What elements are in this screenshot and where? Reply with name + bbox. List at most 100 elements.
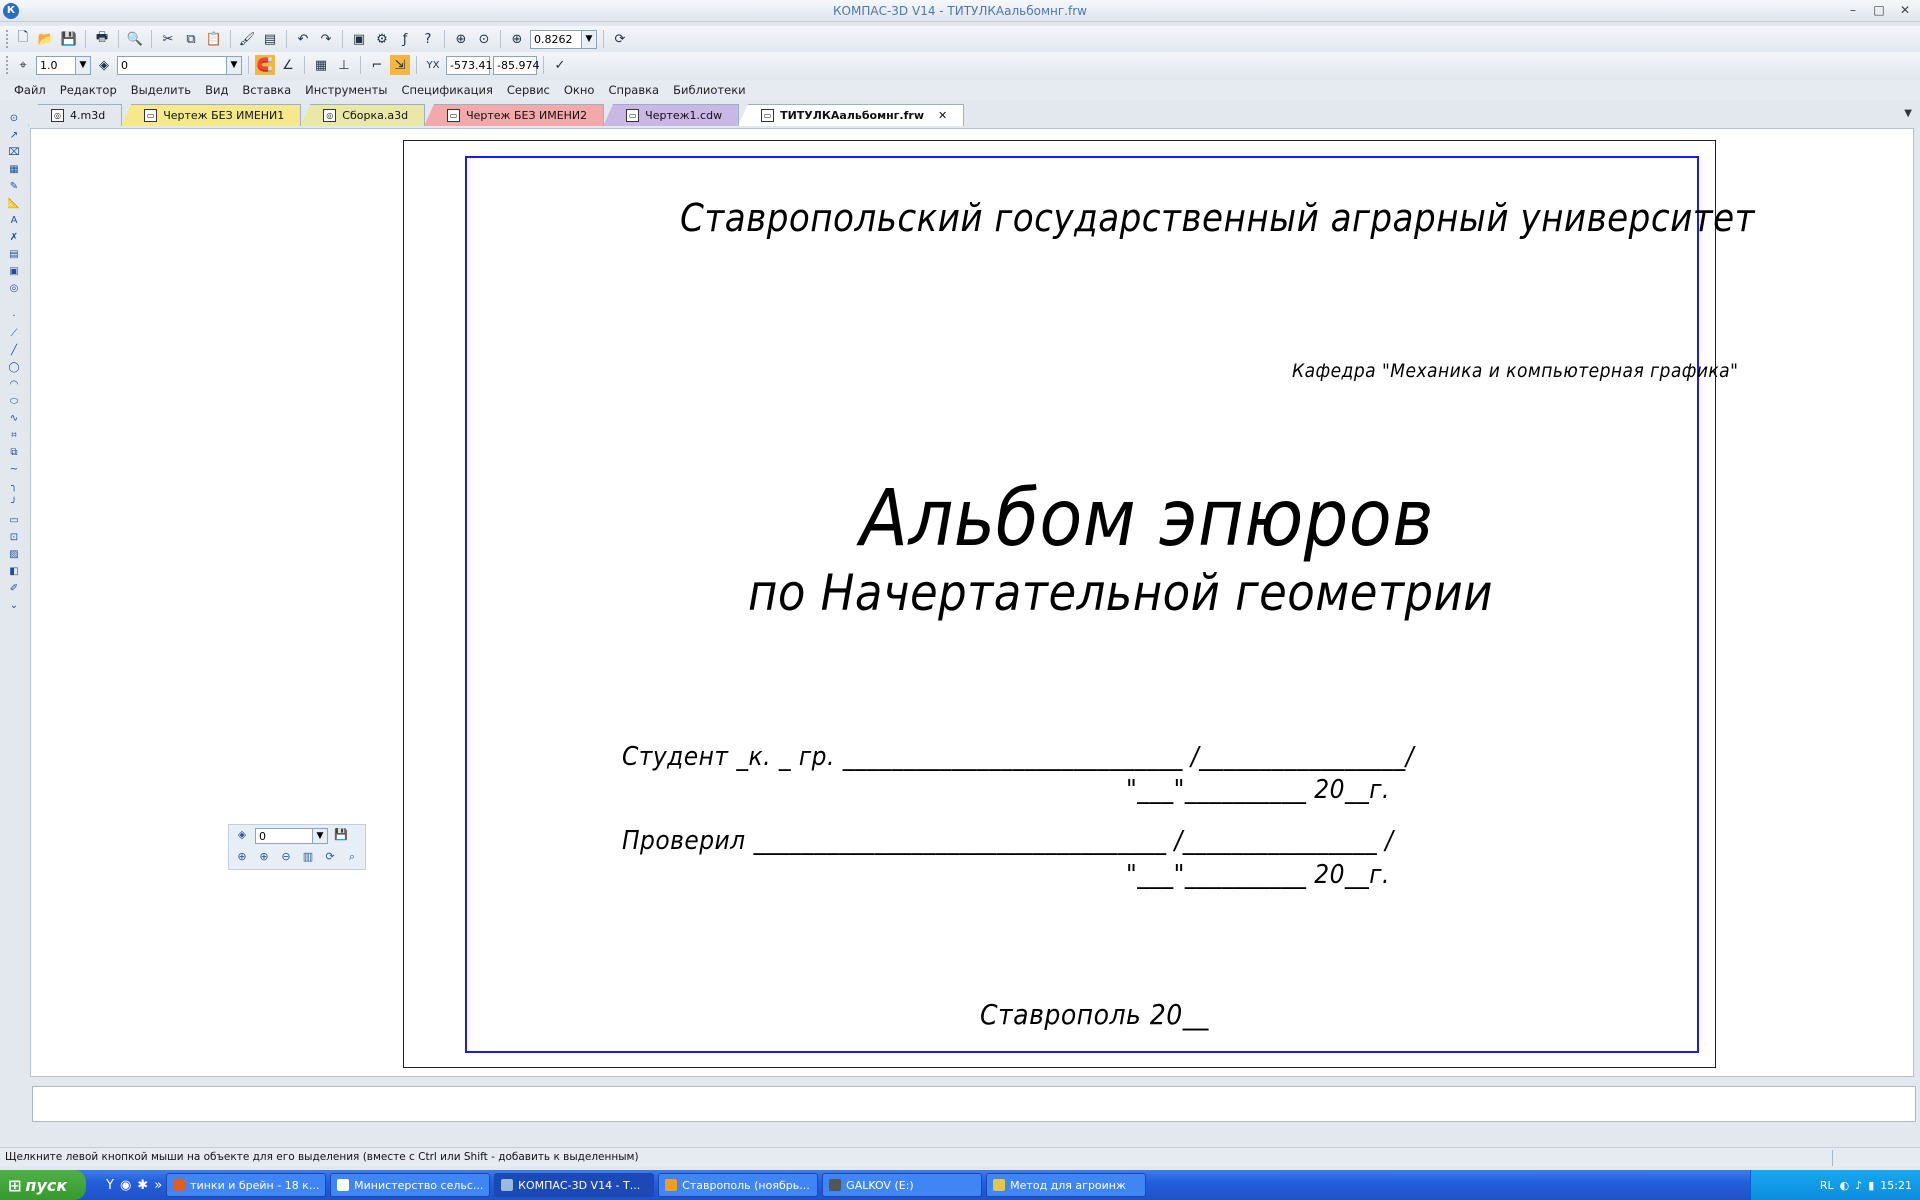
yandex-icon[interactable]: Y	[106, 1178, 114, 1193]
layer-select[interactable]: 0 ▼	[117, 55, 242, 75]
menu-service[interactable]: Сервис	[507, 83, 550, 97]
minimize-button[interactable]: –	[1844, 2, 1862, 18]
equidistant-icon[interactable]: ⊡	[7, 531, 22, 545]
show-all-icon[interactable]: ⌕	[343, 850, 361, 866]
menu-edit[interactable]: Редактор	[60, 83, 117, 97]
taskbar-item[interactable]: Ставрополь (ноябрь...	[658, 1173, 819, 1197]
zoom-scale-select[interactable]: 0.8262 ▼	[530, 29, 597, 49]
save-icon[interactable]: 💾	[332, 828, 350, 844]
cut-icon[interactable]: ✂	[158, 29, 178, 49]
maximize-button[interactable]: □	[1870, 2, 1888, 18]
city-year[interactable]: Ставрополь 20__	[980, 998, 1209, 1031]
step-icon[interactable]: ⌖	[13, 55, 33, 75]
close-button[interactable]: ✕	[1896, 2, 1914, 18]
zoom-out-icon[interactable]: ⊖	[277, 850, 295, 866]
manager-icon[interactable]: ▣	[349, 29, 369, 49]
coord-x-field[interactable]: -573.41	[446, 55, 492, 75]
open-folder-icon[interactable]: 📂	[36, 29, 56, 49]
local-cs-icon[interactable]: ⊥	[334, 55, 354, 75]
taskbar-item[interactable]: Министерство сельс...	[330, 1173, 491, 1197]
chevron-down-icon[interactable]: ▼	[582, 29, 597, 49]
hatch-icon[interactable]: ▨	[7, 548, 22, 562]
layers-icon[interactable]: ◈	[233, 828, 251, 844]
collect-contour-icon[interactable]: ✐	[7, 582, 22, 596]
copy-icon[interactable]: ⧉	[181, 29, 201, 49]
edit-icon[interactable]: ▦	[7, 163, 22, 177]
ellipse-icon[interactable]: ⬭	[7, 395, 22, 409]
zoom-in-icon[interactable]: ⊕	[507, 29, 527, 49]
taskbar-item[interactable]: Метод для агроинж	[986, 1173, 1147, 1197]
taskbar-item[interactable]: тинки и брейн - 18 к...	[166, 1173, 327, 1197]
preview-icon[interactable]: 🔍	[125, 29, 145, 49]
menu-file[interactable]: Файл	[14, 83, 46, 97]
ortho-mode-icon[interactable]: ⌐	[367, 55, 387, 75]
close-tab-icon[interactable]: ✕	[938, 109, 947, 122]
clock[interactable]: 15:21	[1880, 1179, 1912, 1192]
segment-icon[interactable]: ╱	[7, 344, 22, 358]
report-icon[interactable]: ▤	[7, 248, 22, 262]
menu-specification[interactable]: Спецификация	[401, 83, 492, 97]
zoom-all-icon[interactable]: ⊙	[474, 29, 494, 49]
language-indicator[interactable]: RL	[1820, 1179, 1834, 1192]
dimensions-icon[interactable]: ↗	[7, 129, 22, 143]
view-layer-field[interactable]: 0	[255, 828, 313, 844]
grid-icon[interactable]: ▦	[311, 55, 331, 75]
chevron-down-icon[interactable]: ▼	[76, 55, 91, 75]
notation-icon[interactable]: ⌧	[7, 146, 22, 160]
start-button[interactable]: ⊞ пуск	[0, 1170, 86, 1200]
department-name[interactable]: Кафедра "Механика и компьютерная графика…	[1292, 360, 1738, 382]
menu-libraries[interactable]: Библиотеки	[673, 83, 746, 97]
tab-4-m3d[interactable]: ◎ 4.m3d	[28, 104, 123, 126]
album-subtitle[interactable]: по Начертательной геометрии	[748, 564, 1493, 622]
pan-icon[interactable]: ▥	[299, 850, 317, 866]
menu-insert[interactable]: Вставка	[242, 83, 291, 97]
properties-icon[interactable]: ▤	[260, 29, 280, 49]
taskbar-item[interactable]: GALKOV (E:)	[822, 1173, 983, 1197]
browser-icon[interactable]: ◉	[120, 1178, 131, 1193]
zoom-in-icon[interactable]: ⊕	[255, 850, 273, 866]
kompas-icon[interactable]: ✱	[137, 1178, 148, 1193]
aux-line-icon[interactable]: ⟋	[7, 327, 22, 341]
chevron-down-icon[interactable]: ▼	[313, 828, 328, 844]
circle-icon[interactable]: ◯	[7, 361, 22, 375]
toolbar-grip[interactable]	[6, 30, 10, 48]
select-icon[interactable]: A	[7, 214, 22, 228]
refresh-view-icon[interactable]: ⟳	[610, 29, 630, 49]
taskbar-item[interactable]: КОМПАС-3D V14 - Т...	[494, 1173, 655, 1197]
university-name[interactable]: Ставропольский государственный аграрный …	[680, 196, 1755, 240]
tab-titulka-frw[interactable]: ▭ ТИТУЛКАальбомнг.frw ✕	[738, 104, 965, 126]
rectangle-icon[interactable]: ▭	[7, 514, 22, 528]
help-icon[interactable]: ?	[418, 29, 438, 49]
bezier-icon[interactable]: ~	[7, 463, 22, 477]
layers-icon[interactable]: ◈	[94, 55, 114, 75]
polyline-icon[interactable]: ⌗	[7, 429, 22, 443]
spec-icon[interactable]: ✗	[7, 231, 22, 245]
library-icon[interactable]: ⚙	[372, 29, 392, 49]
apply-icon[interactable]: ✓	[550, 55, 570, 75]
network-icon[interactable]: ◐	[1840, 1179, 1850, 1192]
view-layer-select[interactable]: 0 ▼	[255, 828, 328, 844]
menu-tools[interactable]: Инструменты	[305, 83, 387, 97]
refresh-icon[interactable]: ⟳	[321, 850, 339, 866]
measure-icon[interactable]: 📐	[7, 197, 22, 211]
security-icon[interactable]: ▮	[1868, 1179, 1874, 1192]
snap-icon[interactable]: 🧲	[255, 55, 275, 75]
geometry-icon[interactable]: ⊙	[7, 112, 22, 126]
menu-select[interactable]: Выделить	[131, 83, 191, 97]
new-file-icon[interactable]: 🗋	[13, 29, 33, 49]
coord-y-field[interactable]: -85.974	[493, 55, 539, 75]
chamfer-icon[interactable]: ╯	[7, 497, 22, 511]
toolbar-grip[interactable]	[6, 56, 10, 74]
tab-drawing1-cdw[interactable]: ▭ Чертеж1.cdw	[603, 104, 740, 126]
tab-drawing-noname1[interactable]: ▭ Чертеж БЕЗ ИМЕНИ1	[121, 104, 302, 126]
checked-by-line[interactable]: Проверил _______________________________…	[622, 826, 1393, 856]
snap-toggle-icon[interactable]: ⇲	[390, 55, 410, 75]
zoom-window-icon[interactable]: ⊕	[233, 850, 251, 866]
fillet-icon[interactable]: ╮	[7, 480, 22, 494]
volume-icon[interactable]: ♪	[1855, 1179, 1862, 1192]
undo-icon[interactable]: ↶	[293, 29, 313, 49]
student-line[interactable]: Студент _к. _ гр. ______________________…	[622, 742, 1414, 772]
point-icon[interactable]: ·	[7, 310, 22, 324]
layer-field[interactable]: 0	[117, 55, 227, 75]
tab-drawing-noname2[interactable]: ▭ Чертеж БЕЗ ИМЕНИ2	[424, 104, 605, 126]
